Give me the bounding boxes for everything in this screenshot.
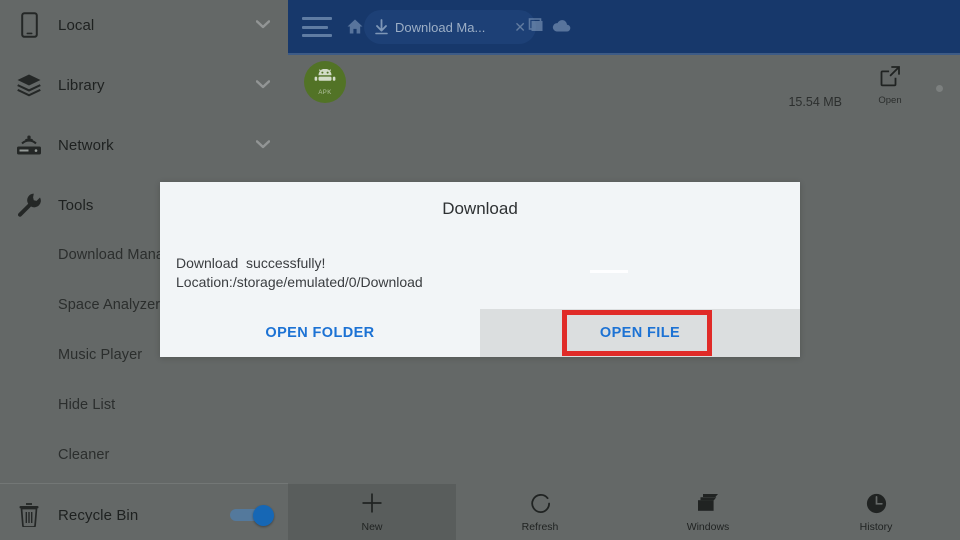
- apk-type-label: APK: [318, 89, 332, 96]
- dialog-message-line-1: Download successfully!: [176, 255, 326, 271]
- router-icon: [14, 130, 44, 160]
- open-button-label: Open: [878, 95, 902, 106]
- layers-icon: [14, 70, 44, 100]
- windows-icon: [696, 491, 720, 515]
- close-icon[interactable]: ✕: [514, 20, 526, 34]
- plus-icon: [360, 491, 384, 515]
- sidebar-item-label: Hide List: [58, 397, 116, 413]
- trash-icon: [14, 500, 44, 530]
- sidebar-item-network[interactable]: Network: [0, 120, 288, 170]
- tab-label: Download Ma...: [395, 19, 486, 35]
- download-list-row[interactable]: APK 15.54 MB Open: [288, 57, 960, 123]
- open-external-icon: [879, 65, 901, 92]
- wrench-icon: [14, 190, 44, 220]
- android-robot-icon: APK: [304, 61, 346, 103]
- open-folder-button[interactable]: OPEN FOLDER: [160, 309, 480, 357]
- sidebar-item-cleaner[interactable]: Cleaner: [0, 430, 288, 480]
- bottom-nav-label: Windows: [686, 521, 730, 533]
- robot-glyph: [314, 68, 336, 89]
- file-size-label: 15.54 MB: [788, 95, 842, 109]
- windows-icon[interactable]: [528, 18, 545, 39]
- more-dot-icon[interactable]: [936, 85, 943, 92]
- sidebar-item-label: Space Analyzer: [58, 297, 161, 313]
- sidebar-item-label: Download Mana: [58, 247, 165, 263]
- progress-remnant-line: [590, 270, 628, 273]
- open-file-button[interactable]: OPEN FILE: [480, 309, 800, 357]
- dialog-footer: OPEN FOLDER OPEN FILE: [160, 309, 800, 357]
- drawer-divider: [0, 483, 288, 484]
- home-icon[interactable]: [346, 18, 364, 40]
- sidebar-item-label: Library: [58, 76, 105, 94]
- bottom-nav-refresh[interactable]: Refresh: [456, 484, 624, 540]
- dialog-message-line-2: Location:/storage/emulated/0/Download: [176, 274, 423, 290]
- dialog-title: Download: [442, 199, 518, 218]
- hamburger-line: [302, 25, 328, 29]
- bottom-nav-history[interactable]: History: [792, 484, 960, 540]
- hamburger-icon[interactable]: [302, 14, 332, 40]
- sidebar-item-local[interactable]: Local: [0, 0, 288, 50]
- bottom-navigation-bar: New Refresh Windows History: [288, 484, 960, 540]
- refresh-icon: [529, 491, 552, 515]
- sidebar-item-label: Network: [58, 136, 114, 154]
- open-button[interactable]: Open: [868, 65, 912, 106]
- phone-icon: [14, 10, 44, 40]
- download-dialog: Download Download successfully! Location…: [160, 182, 800, 357]
- bottom-nav-label: New: [361, 521, 383, 533]
- sidebar-item-recycle-bin[interactable]: Recycle Bin: [0, 490, 288, 540]
- cloud-icon[interactable]: [552, 18, 571, 38]
- download-arrow-icon: [374, 19, 389, 35]
- sidebar-item-hide-list[interactable]: Hide List: [0, 380, 288, 430]
- top-toolbar: Download Ma... ✕: [288, 0, 960, 55]
- sidebar-item-label: Cleaner: [58, 447, 110, 463]
- tab-download-manager[interactable]: Download Ma... ✕: [364, 10, 536, 44]
- sidebar-item-label: Recycle Bin: [58, 506, 139, 524]
- app-screen: Local Library Network Tools Download Man…: [0, 0, 960, 540]
- sidebar-item-label: Tools: [58, 196, 94, 214]
- dialog-body: Download successfully! Location:/storage…: [176, 254, 784, 292]
- hamburger-line: [302, 17, 332, 20]
- sidebar-item-label: Music Player: [58, 347, 143, 363]
- chevron-down-icon: [255, 136, 271, 154]
- bottom-nav-label: History: [859, 521, 893, 533]
- chevron-down-icon: [255, 16, 271, 34]
- toggle-knob: [253, 505, 274, 526]
- bottom-nav-label: Refresh: [521, 521, 559, 533]
- clock-icon: [865, 491, 888, 515]
- bottom-nav-windows[interactable]: Windows: [624, 484, 792, 540]
- recycle-bin-toggle[interactable]: [230, 505, 274, 526]
- sidebar-item-library[interactable]: Library: [0, 60, 288, 110]
- hamburger-line: [302, 34, 332, 37]
- sidebar-item-label: Local: [58, 16, 95, 34]
- chevron-down-icon: [255, 76, 271, 94]
- bottom-nav-new[interactable]: New: [288, 484, 456, 540]
